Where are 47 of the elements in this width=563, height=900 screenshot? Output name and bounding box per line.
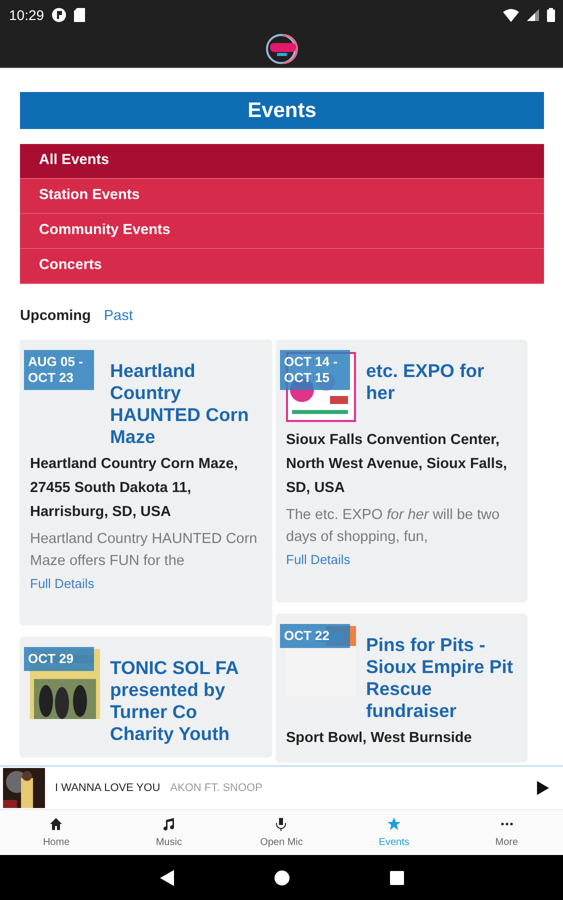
event-card[interactable]: OCT 22 Pins for Pits - Sioux Empire Pit Rescue fundraiser Sport Bowl, West Burnside [276,614,527,762]
home-icon [49,817,64,831]
star-icon [387,817,402,831]
date-badge: AUG 05 - OCT 23 [24,350,94,390]
event-title[interactable]: Pins for Pits - Sioux Empire Pit Rescue fundraiser [366,624,517,722]
event-description: Heartland Country HAUNTED Corn Maze offers FUN for the [30,530,258,571]
recents-icon[interactable] [390,870,404,884]
wifi-icon [503,8,519,22]
microphone-icon [274,817,288,831]
event-title[interactable]: TONIC SOL FA presented by Turner Co Charity Youth [110,647,262,745]
back-icon[interactable] [160,870,174,886]
event-title[interactable]: etc. EXPO for her [366,350,517,404]
category-item[interactable]: All Events [20,144,544,179]
music-note-icon [162,817,176,831]
battery-icon [547,8,555,22]
nav-tab[interactable]: Home [0,810,113,855]
category-item[interactable]: Concerts [20,249,544,284]
full-details-link[interactable]: Full Details [286,552,517,567]
clock-time: 10:29 [9,7,44,23]
event-title[interactable]: Heartland Country HAUNTED Corn Maze [110,350,262,448]
category-item[interactable]: Community Events [20,214,544,249]
nav-tab[interactable]: Music [112,810,226,855]
notification-icon [52,8,66,22]
event-card[interactable]: AUG 05 - OCT 23 Heartland Country HAUNTED Corn Maze Heartland Country Corn Maze, 27455 South Dakota 11, Harrisburg, SD, USA Heartland Country HAUNTED Corn Maze offers FUN for the Full Details [20,340,272,625]
nav-tab[interactable]: More [450,810,563,855]
filter-tab[interactable]: Upcoming [20,308,91,324]
event-card[interactable]: OCT 29 TONIC SOL FA presented by Turner Co Charity Youth [20,637,272,757]
artist-name: AKON FT. SNOOP [170,782,262,794]
full-details-link[interactable]: Full Details [30,576,262,591]
date-badge: OCT 14 - OCT 15 [280,350,350,390]
date-badge: OCT 29 [24,647,94,671]
event-card[interactable]: OCT 14 - OCT 15 etc. EXPO for her Sioux Falls Convention Center, North West Avenue, Sioux Falls, SD, USA The etc. EXPO for her will be two days of shopping, fun, Full Details [276,340,527,602]
nav-tab[interactable]: Open Mic [225,810,338,855]
event-address: Heartland Country Corn Maze, 27455 South Dakota 11, Harrisburg, SD, USA [30,455,239,522]
date-badge: OCT 22 [280,624,350,648]
filter-tab[interactable]: Past [104,308,133,324]
signal-icon [527,9,539,21]
nav-tab[interactable]: Events [338,810,450,855]
event-address: Sport Bowl, West Burnside [286,729,473,748]
sd-card-icon [74,8,86,22]
event-address: Sioux Falls Convention Center, North West Avenue, Sioux Falls, SD, USA [286,431,508,498]
page-title-bar: Events [20,92,544,129]
song-title: I WANNA LOVE YOU [55,782,160,794]
home-button-icon[interactable] [274,870,290,886]
station-logo [264,32,298,64]
category-item[interactable]: Station Events [20,179,544,214]
event-description: The etc. EXPO for her will be two days of shopping, fun, [286,506,501,547]
